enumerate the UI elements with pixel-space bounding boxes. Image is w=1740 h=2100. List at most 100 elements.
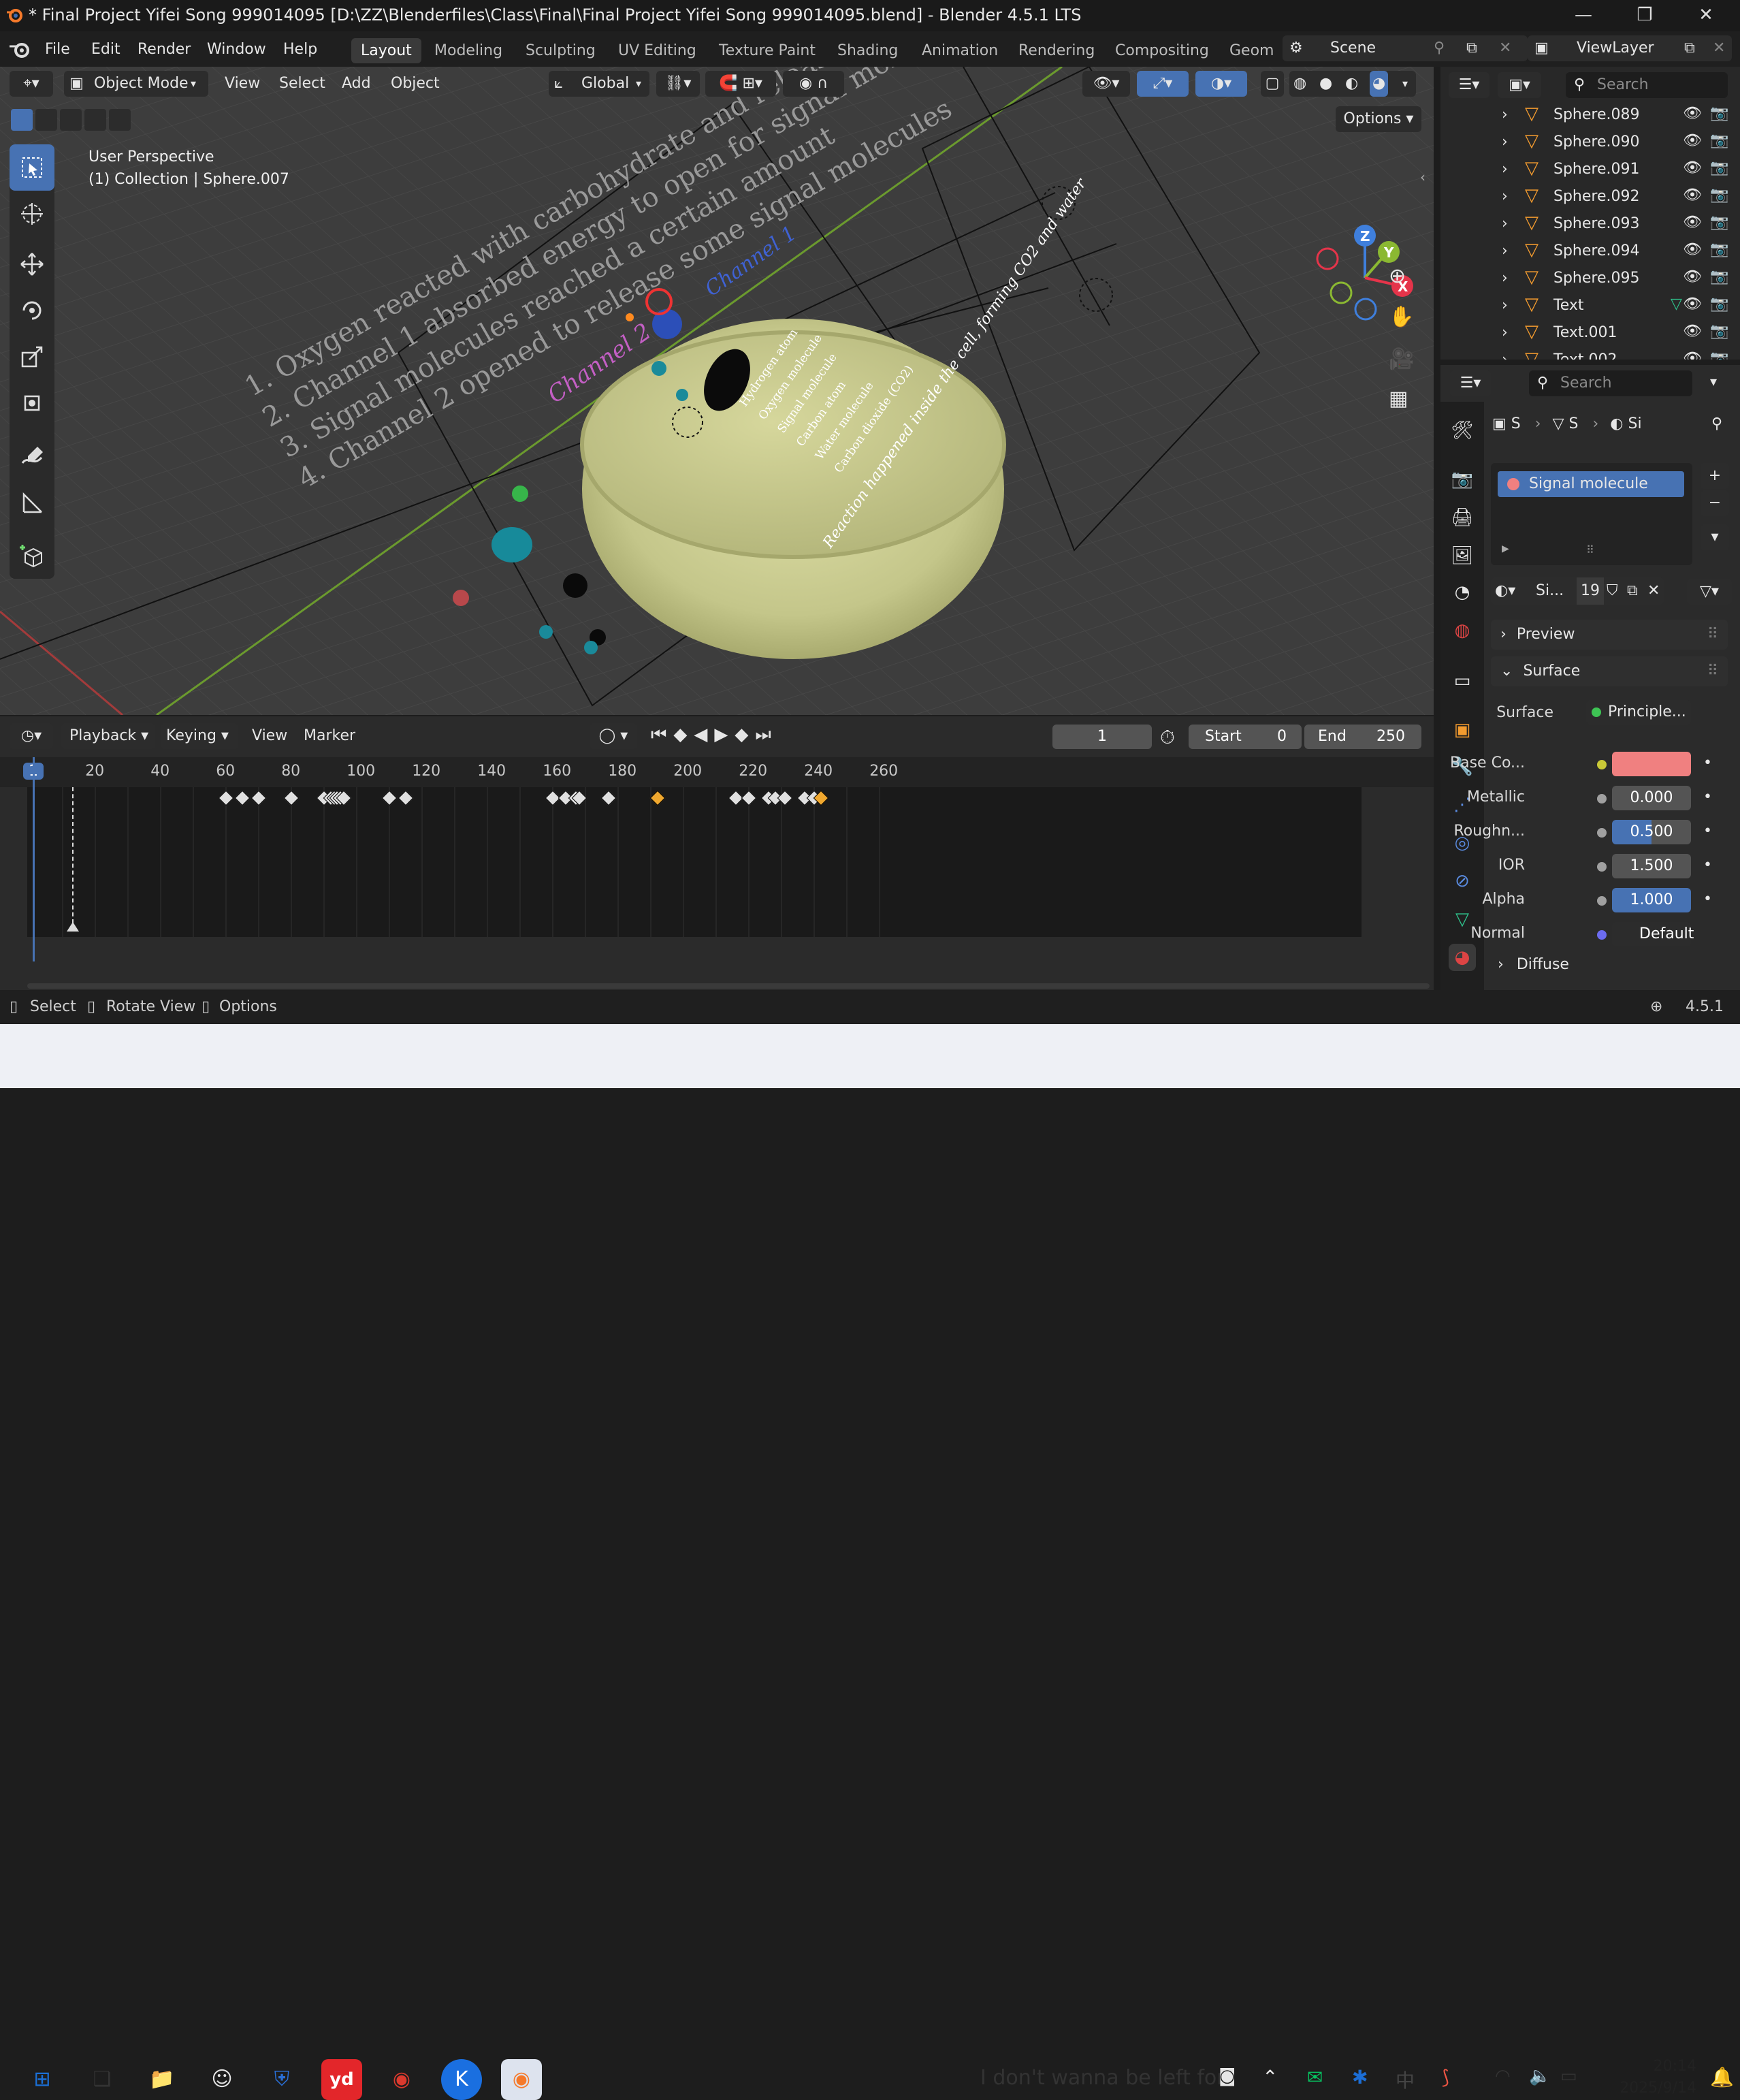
property-slider[interactable]: 1.000	[1612, 888, 1691, 912]
visibility-eye-icon[interactable]: 👁	[1683, 159, 1702, 176]
render-camera-icon[interactable]: 📷	[1710, 132, 1728, 149]
tab-rendering[interactable]: Rendering	[1009, 38, 1104, 63]
gizmo-y-label[interactable]: Y	[1383, 244, 1394, 261]
tab-compositing[interactable]: Compositing	[1106, 38, 1219, 63]
transform-orientation-selector[interactable]: ⟀ Global ▾	[549, 71, 649, 97]
scene-start-marker[interactable]	[71, 787, 74, 923]
visibility-icon[interactable]: 👁▾	[1082, 71, 1130, 97]
shading-selector[interactable]: ◍ ● ◐ ◕ ▾	[1289, 71, 1416, 97]
maximize-button[interactable]: ❐	[1617, 0, 1672, 31]
keying-menu[interactable]: Keying ▾	[161, 723, 238, 749]
cursor-tool-icon[interactable]	[10, 191, 54, 237]
menu-select[interactable]: Select	[279, 71, 325, 97]
select-box-tool-icon[interactable]	[10, 144, 54, 191]
material-tab-icon[interactable]: ◕	[1449, 944, 1476, 971]
tab-animation[interactable]: Animation	[912, 38, 1008, 63]
unlink-icon[interactable]: ✕	[1647, 577, 1660, 605]
select-extend-icon[interactable]	[35, 109, 57, 131]
timeline-ruler[interactable]: 120406080100120140160180200220240260	[0, 757, 1434, 787]
view-layer-tab-icon[interactable]: 🖼	[1449, 542, 1476, 569]
preview-panel-header[interactable]: › Preview ⠿	[1491, 620, 1728, 650]
property-slider[interactable]: 1.500	[1612, 854, 1691, 878]
property-slider[interactable]: 0.000	[1612, 786, 1691, 810]
blender-taskbar-icon[interactable]: ◉	[501, 2059, 542, 2100]
stopwatch-icon[interactable]: ⏱	[1160, 726, 1175, 749]
clock-time[interactable]: 20:14	[1615, 2058, 1696, 2075]
snap-icon[interactable]: 🧲 ⊞▾	[705, 71, 776, 97]
volume-icon[interactable]: 🔈	[1529, 2066, 1551, 2086]
menu-help[interactable]: Help	[276, 38, 324, 61]
fake-user-icon[interactable]: ⛉	[1607, 577, 1618, 605]
surface-panel-header[interactable]: ⌄ Surface ⠿	[1491, 656, 1728, 686]
solid-shading-icon[interactable]: ●	[1319, 71, 1332, 97]
tab-sculpting[interactable]: Sculpting	[516, 38, 605, 63]
chrome-icon[interactable]: ◉	[381, 2059, 422, 2100]
view-layer-selector[interactable]: ▣ ViewLayer ⧉ ✕	[1528, 35, 1732, 61]
expand-arrow-icon[interactable]: ›	[1502, 188, 1508, 205]
input-socket-icon[interactable]	[1597, 896, 1607, 906]
properties-editor-type-icon[interactable]: ☰▾	[1450, 370, 1491, 396]
bluetooth-icon[interactable]: ✱	[1352, 2066, 1368, 2088]
clock-date[interactable]: 2025/9/14	[1608, 2080, 1696, 2097]
k-app-icon[interactable]: K	[441, 2059, 482, 2100]
duplicate-icon[interactable]: ⧉	[1627, 577, 1638, 605]
expand-arrow-icon[interactable]: ›	[1502, 215, 1508, 232]
outliner-row[interactable]: › ▽ Sphere.090 👁 📷	[1440, 129, 1740, 157]
input-socket-icon[interactable]	[1597, 862, 1607, 872]
tab-layout[interactable]: Layout	[351, 38, 421, 63]
drag-handle-icon[interactable]: ⠿	[1707, 656, 1718, 686]
property-slider[interactable]: 0.500	[1612, 820, 1691, 844]
timeline-scrollbar[interactable]	[27, 983, 1430, 989]
tab-geometry-nodes[interactable]: Geom	[1220, 38, 1283, 63]
outliner-row[interactable]: › ▽ Sphere.094 👁 📷	[1440, 238, 1740, 266]
resize-handle-icon[interactable]: ⠿	[1586, 543, 1594, 556]
keyframe[interactable]	[741, 790, 757, 806]
zoom-icon[interactable]: ⊕	[1389, 264, 1406, 288]
keyframe-dot-icon[interactable]: •	[1703, 857, 1712, 874]
keyframe[interactable]	[251, 790, 267, 806]
end-frame-field[interactable]: End 250	[1304, 725, 1421, 749]
visibility-eye-icon[interactable]: 👁	[1683, 187, 1702, 204]
start-menu-icon[interactable]: ⊞	[22, 2059, 63, 2100]
gizmo-z-label[interactable]: Z	[1360, 228, 1370, 244]
expand-arrow-icon[interactable]: ›	[1502, 106, 1508, 123]
menu-view[interactable]: View	[225, 71, 260, 97]
outliner-row[interactable]: › ▽ Sphere.095 👁 📷	[1440, 266, 1740, 293]
select-intersect-icon[interactable]	[109, 109, 131, 131]
gizmo-toggle-icon[interactable]: ⤢▾	[1137, 71, 1189, 97]
menu-add[interactable]: Add	[342, 71, 371, 97]
keyframe[interactable]	[381, 790, 398, 806]
outliner-row[interactable]: › ▽ Sphere.093 👁 📷	[1440, 211, 1740, 238]
material-shading-icon[interactable]: ◐	[1345, 71, 1358, 97]
render-camera-icon[interactable]: 📷	[1710, 187, 1728, 204]
marker-triangle-icon[interactable]	[66, 922, 79, 932]
outliner-row[interactable]: › ▽ Sphere.092 👁 📷	[1440, 184, 1740, 211]
menu-render[interactable]: Render	[131, 38, 197, 61]
playback-menu[interactable]: Playback ▾	[61, 723, 155, 749]
render-camera-icon[interactable]: 📷	[1710, 323, 1728, 340]
input-socket-icon[interactable]	[1597, 930, 1607, 940]
scene-selector[interactable]: ⚙ Scene ⚲ ⧉ ✕	[1283, 35, 1528, 61]
proportional-edit-icon[interactable]: ◉ ∩	[783, 71, 844, 97]
new-view-layer-icon[interactable]: ⧉	[1684, 35, 1695, 61]
tab-uv-editing[interactable]: UV Editing	[609, 38, 706, 63]
input-socket-icon[interactable]	[1597, 828, 1607, 838]
menu-object[interactable]: Object	[391, 71, 440, 97]
properties-search-input[interactable]: ⚲ Search	[1529, 370, 1692, 396]
antivirus-icon[interactable]: ⟆	[1442, 2066, 1449, 2088]
annotate-tool-icon[interactable]	[10, 433, 54, 479]
next-keyframe-icon[interactable]: ◆	[735, 725, 755, 745]
keyframe-dot-icon[interactable]: •	[1703, 789, 1712, 806]
move-tool-icon[interactable]	[10, 241, 54, 287]
add-cube-tool-icon[interactable]	[10, 532, 54, 579]
keyframe[interactable]	[777, 790, 793, 806]
anime-app-icon[interactable]: ☺	[202, 2059, 242, 2100]
outliner-editor-type-icon[interactable]: ☰▾	[1449, 72, 1489, 98]
visibility-eye-icon[interactable]: 👁	[1683, 241, 1702, 258]
expand-icon[interactable]: ▶	[1502, 543, 1509, 554]
expand-arrow-icon[interactable]: ›	[1502, 242, 1508, 259]
ortho-grid-icon[interactable]: ▦	[1389, 387, 1408, 411]
expand-arrow-icon[interactable]: ›	[1502, 270, 1508, 287]
media-app-icon[interactable]: ◙	[1219, 2066, 1236, 2086]
keyframe-dot-icon[interactable]: •	[1703, 823, 1712, 840]
